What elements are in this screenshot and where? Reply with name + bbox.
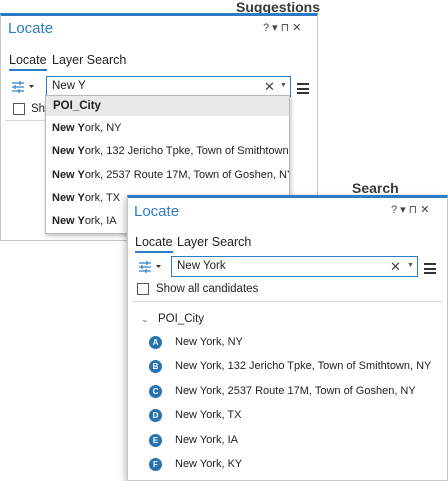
divider: [5, 120, 45, 121]
search-input[interactable]: New York ✕ ▼: [171, 256, 418, 277]
help-icon[interactable]: ?: [391, 204, 400, 216]
chevron-down-icon[interactable]: ⌄: [141, 314, 149, 325]
show-all-candidates-checkbox[interactable]: [137, 283, 149, 295]
pane-title: Locate: [134, 203, 180, 220]
show-all-candidates-label: Show all candidates: [156, 283, 259, 295]
result-item[interactable]: E New York, IA: [128, 432, 447, 452]
suggestion-item[interactable]: New York, 132 Jericho Tpke, Town of Smit…: [52, 145, 289, 157]
divider: [132, 301, 442, 302]
help-icon[interactable]: ?: [263, 22, 272, 34]
close-icon[interactable]: ✕: [420, 204, 432, 216]
result-group[interactable]: ⌄ POI_City: [128, 311, 447, 329]
suggestion-item[interactable]: New York, 2537 Route 17M, Town of Goshen…: [52, 169, 289, 181]
tab-locate[interactable]: Locate: [9, 53, 47, 71]
tab-layer-search[interactable]: Layer Search: [52, 53, 126, 67]
result-text: New York, KY: [175, 458, 243, 470]
search-input[interactable]: New Y ✕ ▼: [46, 76, 291, 97]
chevron-down-icon[interactable]: ▼: [407, 262, 414, 269]
result-item[interactable]: C New York, 2537 Route 17M, Town of Gosh…: [128, 383, 447, 403]
result-text: New York, NY: [175, 336, 243, 348]
result-group-label: POI_City: [158, 313, 205, 325]
tab-locate[interactable]: Locate: [135, 235, 173, 253]
result-text: New York, IA: [175, 434, 238, 446]
pane-title: Locate: [8, 20, 54, 37]
locator-settings-icon[interactable]: [11, 80, 35, 99]
result-item[interactable]: A New York, NY: [128, 334, 447, 354]
suggestion-group-header: POI_City: [46, 96, 289, 116]
suggestion-item[interactable]: New York, TX: [52, 192, 120, 204]
window-controls[interactable]: ?▾⊓✕: [391, 203, 432, 216]
close-icon[interactable]: ✕: [292, 22, 304, 34]
clear-icon[interactable]: ✕: [264, 79, 275, 95]
result-marker-icon: A: [149, 336, 162, 349]
result-item[interactable]: B New York, 132 Jericho Tpke, Town of Sm…: [128, 358, 447, 378]
result-item[interactable]: D New York, TX: [128, 407, 447, 427]
results-locate-pane: Locate ?▾⊓✕ Locate Layer Search New York…: [127, 195, 448, 481]
result-marker-icon: D: [149, 409, 162, 422]
result-marker-icon: C: [149, 385, 162, 398]
result-text: New York, 2537 Route 17M, Town of Goshen…: [175, 385, 416, 397]
search-text-typed: Y: [78, 80, 86, 92]
locator-settings-icon[interactable]: [138, 260, 162, 279]
result-marker-icon: E: [149, 434, 162, 447]
clear-icon[interactable]: ✕: [390, 259, 401, 275]
suggestion-item[interactable]: New York, IA: [52, 215, 117, 227]
options-menu-icon[interactable]: ▾: [400, 204, 409, 216]
suggestion-item[interactable]: New York, NY: [52, 122, 122, 134]
result-text: New York, 132 Jericho Tpke, Town of Smit…: [175, 360, 432, 372]
chevron-down-icon[interactable]: ▼: [280, 82, 287, 89]
pin-icon[interactable]: ⊓: [281, 22, 293, 34]
result-marker-icon: F: [149, 458, 162, 471]
tab-layer-search[interactable]: Layer Search: [177, 235, 251, 249]
window-controls[interactable]: ?▾⊓✕: [263, 21, 304, 34]
result-item[interactable]: F New York, KY: [128, 456, 447, 476]
search-text-prefix: New: [52, 80, 78, 92]
menu-icon[interactable]: [297, 83, 309, 97]
suggestion-group-label: POI_City: [53, 100, 101, 112]
result-text: New York, TX: [175, 409, 242, 421]
pin-icon[interactable]: ⊓: [409, 204, 421, 216]
result-marker-icon: B: [149, 360, 162, 373]
menu-icon[interactable]: [424, 263, 436, 277]
search-text: New York: [177, 260, 226, 272]
options-menu-icon[interactable]: ▾: [272, 22, 281, 34]
show-all-candidates-checkbox[interactable]: [13, 103, 25, 115]
